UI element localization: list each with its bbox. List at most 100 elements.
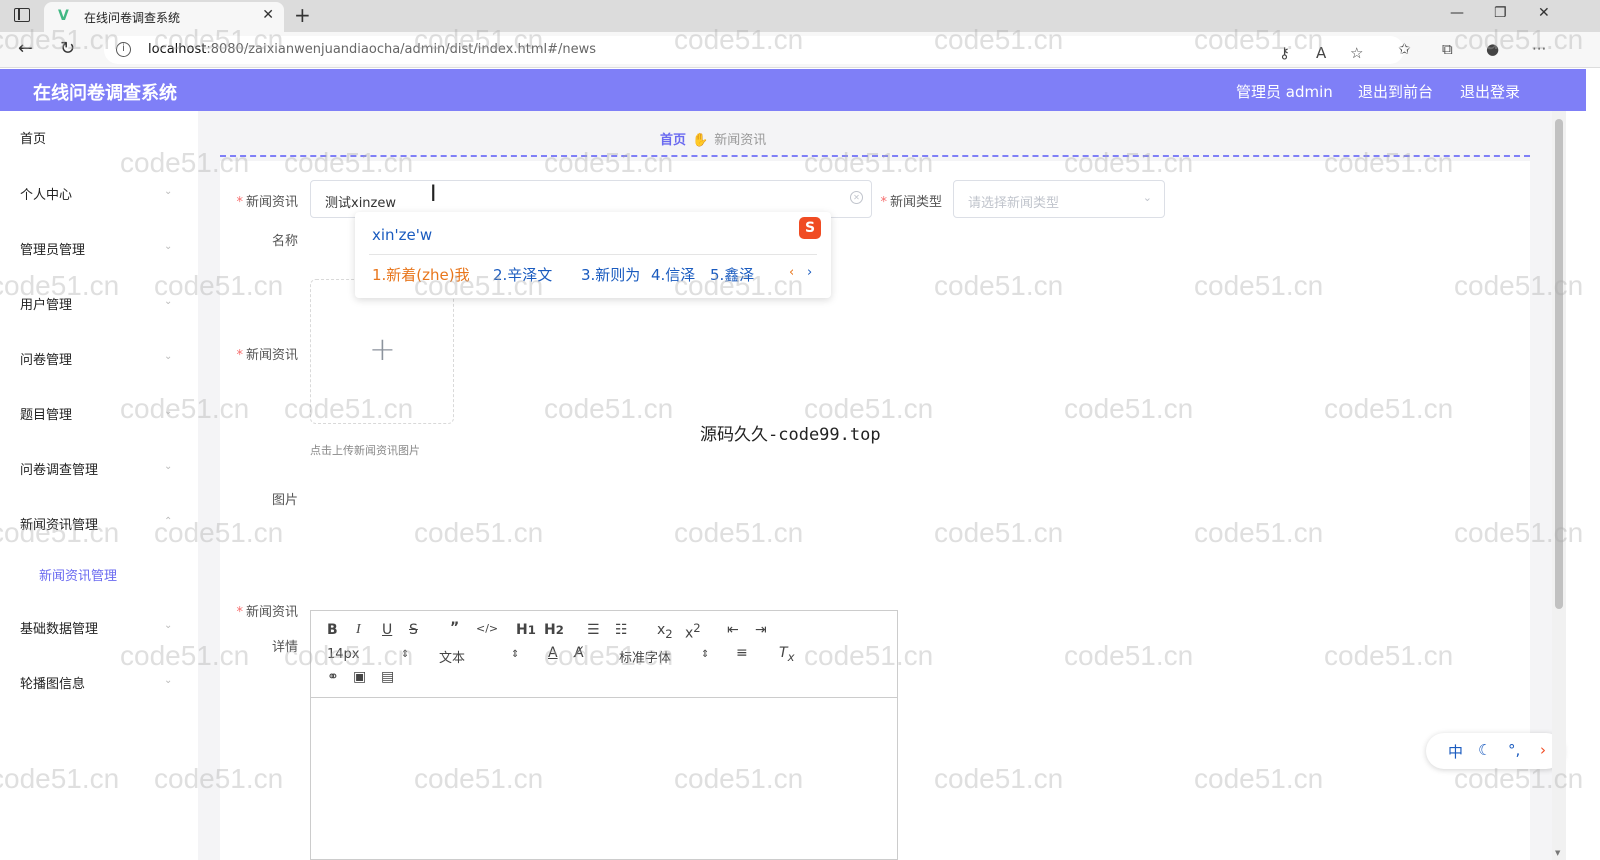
rich-text-editor: B I U S ” </> H1 H2 ☰ ☷ x2 x2 ⇤ ⇥ 14px ⇕… [310, 610, 898, 860]
image-upload-button[interactable]: + [310, 279, 454, 424]
window-close-icon[interactable]: ✕ [1538, 5, 1550, 21]
subscript-icon[interactable]: x2 [657, 622, 673, 641]
ime-candidate[interactable]: 5.鑫泽 [710, 264, 754, 285]
ordered-list-icon[interactable]: ☰ [587, 622, 600, 638]
sidebar-item-personal-center[interactable]: 个人中心 [20, 184, 72, 203]
sidebar-item-admin-management[interactable]: 管理员管理 [20, 239, 85, 258]
blockquote-icon[interactable]: ” [450, 620, 459, 636]
read-aloud-icon[interactable]: A [1316, 44, 1326, 62]
ime-candidate[interactable]: 3.新则为 [581, 264, 640, 285]
url-input[interactable]: i localhost:8080/zaixianwenjuandiaocha/a… [104, 36, 1404, 64]
code-block-icon[interactable]: </> [476, 622, 498, 635]
breadcrumb-home[interactable]: 首页 [660, 133, 686, 148]
info-icon[interactable]: i [116, 42, 131, 57]
expand-icon[interactable]: › [1540, 741, 1546, 759]
back-icon[interactable]: ← [18, 38, 33, 59]
sidebar-item-questionnaire-management[interactable]: 问卷管理 [20, 349, 72, 368]
minimize-icon[interactable]: — [1450, 5, 1464, 21]
sidebar: 首页 个人中心 ⌄ 管理员管理 ⌄ 用户管理 ⌄ 问卷管理 ⌄ 题目管理 ⌄ 问… [0, 111, 198, 860]
clear-format-icon[interactable]: Tx [779, 645, 794, 664]
add-favorite-icon[interactable]: ☆ [1350, 44, 1363, 62]
image-icon[interactable]: ▣ [353, 669, 366, 685]
editor-toolbar: B I U S ” </> H1 H2 ☰ ☷ x2 x2 ⇤ ⇥ 14px ⇕… [311, 611, 897, 698]
news-name-value: 测试xinzew [325, 196, 396, 211]
browser-tab[interactable]: V 在线问卷调查系统 ✕ [44, 2, 284, 32]
ime-candidate[interactable]: 4.信泽 [651, 264, 695, 285]
address-bar: ← ↻ i localhost:8080/zaixianwenjuandiaoc… [0, 32, 1600, 68]
upload-tip: 点击上传新闻资讯图片 [310, 444, 420, 457]
punctuation-icon[interactable]: °, [1508, 741, 1520, 759]
key-icon[interactable]: ⚷ [1279, 44, 1290, 62]
sidebar-item-survey-management[interactable]: 问卷调查管理 [20, 459, 98, 478]
ime-candidate-popup: xin'ze'w S 1.新着(zhe)我 2.辛泽文 3.新则为 4.信泽 5… [355, 212, 831, 298]
more-icon[interactable]: ··· [1532, 40, 1546, 58]
exit-to-front-link[interactable]: 退出到前台 [1358, 81, 1433, 102]
header-divider [220, 155, 1530, 157]
italic-icon[interactable]: I [356, 622, 361, 638]
tab-actions-icon[interactable] [14, 8, 30, 22]
chevron-down-icon: ⌄ [164, 406, 173, 417]
sidebar-item-news-management[interactable]: 新闻资讯管理 [20, 514, 98, 533]
sidebar-item-carousel-info[interactable]: 轮播图信息 [20, 673, 85, 692]
news-image-label: * 新闻资讯 [236, 348, 298, 363]
ime-chinese-toggle[interactable]: 中 [1448, 741, 1463, 762]
favorites-icon[interactable]: ✩ [1398, 40, 1411, 58]
breadcrumb-current: 新闻资讯 [714, 133, 767, 148]
sidebar-item-user-management[interactable]: 用户管理 [20, 294, 72, 313]
bold-icon[interactable]: B [327, 622, 338, 638]
ime-divider [369, 254, 817, 255]
admin-label: 管理员 admin [1236, 83, 1333, 101]
vue-favicon-icon: V [58, 8, 69, 24]
news-image-label-2: 图片 [271, 493, 298, 508]
tab-title: 在线问卷调查系统 [84, 11, 181, 25]
sidebar-item-basic-data-management[interactable]: 基础数据管理 [20, 618, 98, 637]
page-scrollbar[interactable]: ▼ [1552, 111, 1566, 860]
news-name-label-2: 名称 [271, 234, 298, 249]
indent-icon[interactable]: ⇥ [755, 622, 767, 638]
heading1-icon[interactable]: H1 [516, 622, 536, 638]
news-type-label: * 新闻类型 [880, 195, 942, 210]
ime-candidate[interactable]: 1.新着(zhe)我 [372, 264, 470, 285]
paragraph-select[interactable]: 文本 [439, 647, 465, 666]
sidebar-item-question-management[interactable]: 题目管理 [20, 404, 72, 423]
restore-icon[interactable]: ❐ [1494, 5, 1507, 21]
breadcrumb: 首页 ✋ 新闻资讯 [660, 129, 766, 148]
sidebar-item-home[interactable]: 首页 [20, 128, 46, 147]
bullet-list-icon[interactable]: ☷ [615, 622, 628, 638]
updown-icon: ⇕ [511, 649, 520, 660]
align-icon[interactable]: ≡ [736, 645, 748, 661]
chevron-down-icon: ⌄ [164, 241, 173, 252]
background-color-icon[interactable]: A̸ [574, 645, 584, 661]
chevron-down-icon: ⌄ [164, 461, 173, 472]
outdent-icon[interactable]: ⇤ [727, 622, 739, 638]
font-size-select[interactable]: 14px [327, 647, 360, 662]
moon-icon[interactable]: ☾ [1478, 741, 1491, 759]
collections-icon[interactable]: ⧉ [1442, 40, 1453, 58]
tab-close-icon[interactable]: ✕ [262, 7, 274, 23]
chevron-down-icon: ⌄ [164, 186, 173, 197]
ime-next-icon[interactable]: › [807, 265, 812, 280]
scroll-thumb[interactable] [1555, 119, 1563, 609]
new-tab-icon[interactable]: + [294, 3, 311, 27]
scroll-down-icon[interactable]: ▼ [1555, 849, 1560, 857]
superscript-icon[interactable]: x2 [685, 621, 701, 642]
font-family-select[interactable]: 标准字体 [619, 647, 671, 666]
ime-candidate[interactable]: 2.辛泽文 [493, 264, 552, 285]
logout-link[interactable]: 退出登录 [1460, 81, 1520, 102]
strike-icon[interactable]: S [409, 622, 418, 638]
heading2-icon[interactable]: H2 [544, 622, 564, 638]
chevron-down-icon: ⌄ [164, 620, 173, 631]
ime-prev-icon[interactable]: ‹ [789, 265, 794, 280]
refresh-icon[interactable]: ↻ [60, 38, 75, 59]
plus-icon: + [369, 330, 396, 368]
news-type-select[interactable]: 请选择新闻类型 ⌄ [953, 180, 1165, 218]
watermark-text: 源码久久-code99.top [700, 425, 881, 445]
sidebar-subitem-news-management[interactable]: 新闻资讯管理 [39, 565, 117, 584]
video-icon[interactable]: ▤ [381, 669, 394, 685]
link-icon[interactable]: ⚭ [327, 669, 339, 685]
ime-pinyin: xin'ze'w [372, 226, 433, 244]
font-color-icon[interactable]: A [548, 645, 558, 661]
underline-icon[interactable]: U [382, 622, 392, 638]
profile-avatar-icon[interactable]: ● [1486, 40, 1499, 58]
clear-icon[interactable]: ✕ [850, 191, 863, 204]
